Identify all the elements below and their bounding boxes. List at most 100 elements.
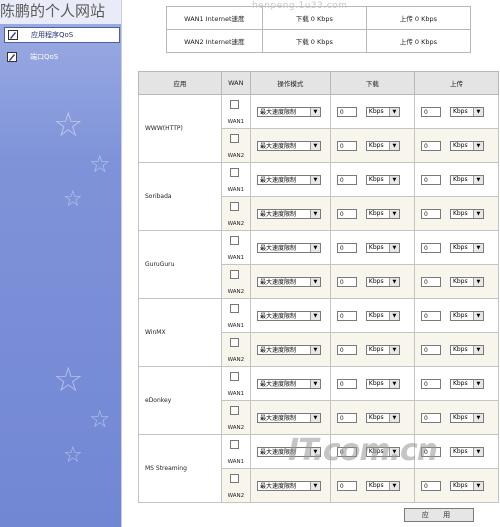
upload-unit-select-value: Kbps: [452, 244, 468, 251]
operation-mode-select[interactable]: 最大速度限制 ▼: [256, 310, 321, 321]
download-unit-select[interactable]: Kbps ▼: [365, 310, 400, 321]
upload-unit-select[interactable]: Kbps ▼: [449, 480, 484, 491]
wan2-checkbox[interactable]: [229, 406, 239, 415]
upload-unit-select[interactable]: Kbps ▼: [449, 242, 484, 253]
operation-mode-select[interactable]: 最大速度限制 ▼: [256, 242, 321, 253]
download-unit-select-value: Kbps: [368, 210, 384, 217]
sidebar-item-port-qos[interactable]: 端口QoS: [4, 50, 118, 64]
wan2-checkbox[interactable]: [229, 270, 239, 279]
wan-cell: WAN2: [220, 332, 251, 367]
url-watermark: henpeng.1u33.com: [252, 1, 348, 11]
operation-mode-select[interactable]: 最大速度限制 ▼: [256, 140, 321, 151]
upload-rate-input[interactable]: 0: [420, 140, 441, 151]
upload-rate-input[interactable]: 0: [420, 378, 441, 389]
upload-unit-select[interactable]: Kbps ▼: [449, 310, 484, 321]
download-rate-input[interactable]: 0: [336, 242, 357, 253]
upload-rate-input[interactable]: 0: [420, 242, 441, 253]
app-name: MS Streaming: [138, 434, 222, 503]
upload-unit-select[interactable]: Kbps ▼: [449, 276, 484, 287]
apply-button[interactable]: 应 用: [404, 508, 474, 522]
chevron-down-icon: ▼: [309, 379, 320, 388]
chevron-down-icon: ▼: [472, 311, 483, 320]
download-unit-select[interactable]: Kbps ▼: [365, 106, 400, 117]
upload-rate-input[interactable]: 0: [420, 106, 441, 117]
download-rate-input[interactable]: 0: [336, 208, 357, 219]
internet-speed-table: WAN1 Internet速度 下载 0 Kbps 上传 0 Kbps WAN2…: [166, 6, 472, 53]
chevron-down-icon: ▼: [309, 277, 320, 286]
wan-cell: WAN2: [220, 468, 251, 503]
operation-mode-select[interactable]: 最大速度限制 ▼: [256, 480, 321, 491]
operation-mode-select-value: 最大速度限制: [259, 483, 296, 490]
chevron-down-icon: ▼: [388, 243, 399, 252]
download-unit-select[interactable]: Kbps ▼: [365, 378, 400, 389]
operation-mode-select[interactable]: 最大速度限制 ▼: [256, 276, 321, 287]
download-rate-input[interactable]: 0: [336, 140, 357, 151]
download-unit-select-value: Kbps: [368, 380, 384, 387]
wan1-checkbox[interactable]: [229, 372, 239, 381]
upload-unit-select[interactable]: Kbps ▼: [449, 412, 484, 423]
star-icon: ☆: [89, 405, 111, 433]
wan1-checkbox[interactable]: [229, 168, 239, 177]
download-unit-select[interactable]: Kbps ▼: [365, 140, 400, 151]
wan2-checkbox[interactable]: [229, 474, 239, 483]
table-row: eDonkey WAN1 最大速度限制 ▼ 0 Kbps ▼ 0 Kbps ▼: [138, 366, 500, 435]
download-cell: 0 Kbps ▼: [329, 298, 415, 333]
wan2-checkbox[interactable]: [229, 338, 239, 347]
upload-unit-select[interactable]: Kbps ▼: [449, 208, 484, 219]
download-rate-input[interactable]: 0: [336, 276, 357, 287]
operation-mode-select[interactable]: 最大速度限制 ▼: [256, 106, 321, 117]
download-unit-select[interactable]: Kbps ▼: [365, 344, 400, 355]
operation-mode-select[interactable]: 最大速度限制 ▼: [256, 208, 321, 219]
upload-rate-input[interactable]: 0: [420, 310, 441, 321]
upload-unit-select[interactable]: Kbps ▼: [449, 106, 484, 117]
upload-rate-input[interactable]: 0: [420, 344, 441, 355]
download-rate-input[interactable]: 0: [336, 310, 357, 321]
wan1-checkbox[interactable]: [229, 236, 239, 245]
upload-unit-select[interactable]: Kbps ▼: [449, 174, 484, 185]
upload-rate-input[interactable]: 0: [420, 174, 441, 185]
operation-mode-select[interactable]: 最大速度限制 ▼: [256, 412, 321, 423]
sidebar-item-app-qos[interactable]: 应用程序QoS: [4, 27, 120, 43]
upload-rate-input[interactable]: 0: [420, 208, 441, 219]
download-unit-select[interactable]: Kbps ▼: [365, 242, 400, 253]
download-rate-input[interactable]: 0: [336, 344, 357, 355]
operation-mode-select[interactable]: 最大速度限制 ▼: [256, 174, 321, 185]
operation-mode-select[interactable]: 最大速度限制 ▼: [256, 378, 321, 389]
sidebar-item-label: 端口QoS: [30, 53, 59, 61]
upload-unit-select[interactable]: Kbps ▼: [449, 446, 484, 457]
upload-unit-select-value: Kbps: [452, 278, 468, 285]
download-unit-select[interactable]: Kbps ▼: [365, 276, 400, 287]
upload-rate-input[interactable]: 0: [420, 480, 441, 491]
download-cell: 0 Kbps ▼: [329, 468, 415, 503]
wan1-checkbox[interactable]: [229, 440, 239, 449]
download-unit-select-value: Kbps: [368, 312, 384, 319]
download-rate-input[interactable]: 0: [336, 174, 357, 185]
upload-unit-select-value: Kbps: [452, 346, 468, 353]
wan2-checkbox[interactable]: [229, 134, 239, 143]
star-icon: ☆: [63, 443, 83, 468]
chevron-down-icon: ▼: [472, 175, 483, 184]
upload-unit-select-value: Kbps: [452, 414, 468, 421]
download-unit-select[interactable]: Kbps ▼: [365, 480, 400, 491]
operation-mode-select[interactable]: 最大速度限制 ▼: [256, 344, 321, 355]
upload-unit-select[interactable]: Kbps ▼: [449, 378, 484, 389]
wan1-checkbox[interactable]: [229, 304, 239, 313]
wan2-checkbox[interactable]: [229, 202, 239, 211]
wan2-label: WAN2: [227, 153, 245, 159]
download-unit-select-value: Kbps: [368, 142, 384, 149]
upload-unit-select[interactable]: Kbps ▼: [449, 140, 484, 151]
download-rate-input[interactable]: 0: [336, 378, 357, 389]
wan1-checkbox[interactable]: [229, 100, 239, 109]
chevron-down-icon: ▼: [388, 277, 399, 286]
upload-rate-input[interactable]: 0: [420, 276, 441, 287]
download-rate-input[interactable]: 0: [336, 412, 357, 423]
download-unit-select[interactable]: Kbps ▼: [365, 174, 400, 185]
chevron-down-icon: ▼: [472, 447, 483, 456]
upload-rate-input[interactable]: 0: [420, 412, 441, 423]
download-rate-input[interactable]: 0: [336, 106, 357, 117]
operation-mode-select-value: 最大速度限制: [259, 347, 296, 354]
download-unit-select[interactable]: Kbps ▼: [365, 208, 400, 219]
upload-unit-select[interactable]: Kbps ▼: [449, 344, 484, 355]
download-rate-input[interactable]: 0: [336, 480, 357, 491]
download-unit-select[interactable]: Kbps ▼: [365, 412, 400, 423]
